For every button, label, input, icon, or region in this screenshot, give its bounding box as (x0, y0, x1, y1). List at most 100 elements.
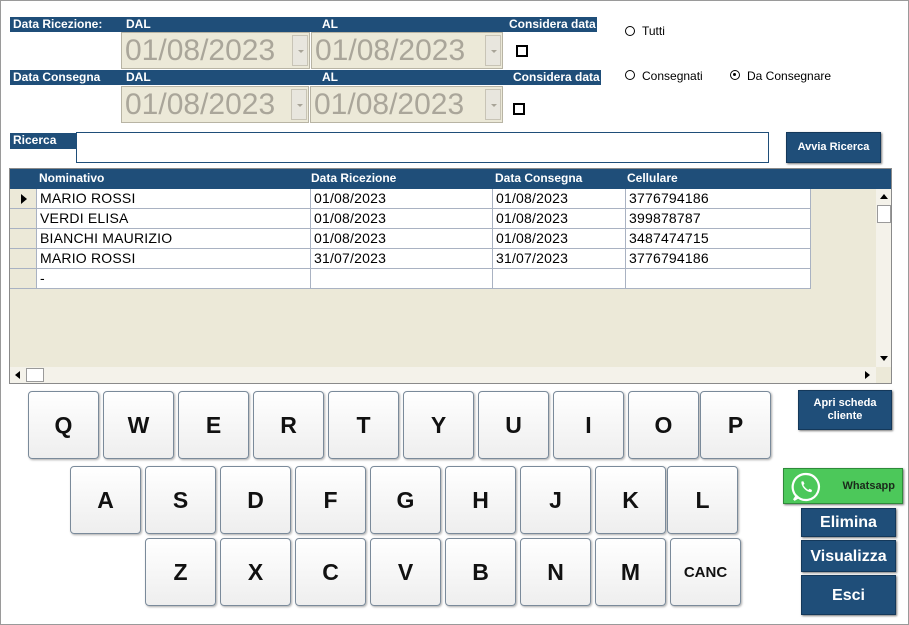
row-selector[interactable] (10, 229, 37, 249)
data-ricezione-al-combo[interactable]: 01/08/2023 (311, 32, 503, 69)
key-y[interactable]: Y (403, 391, 474, 459)
data-ricezione-considera-checkbox[interactable] (516, 45, 528, 57)
cell-nominativo[interactable]: MARIO ROSSI (37, 249, 311, 269)
search-label-box: Ricerca (10, 133, 76, 149)
data-consegna-al-value: 01/08/2023 (314, 88, 465, 121)
key-o[interactable]: O (628, 391, 699, 459)
key-q[interactable]: Q (28, 391, 99, 459)
cell-data-consegna[interactable]: 01/08/2023 (493, 209, 626, 229)
row-selector[interactable] (10, 269, 37, 289)
column-header-data-ricezione[interactable]: Data Ricezione (311, 171, 396, 185)
key-p[interactable]: P (700, 391, 771, 459)
whatsapp-label: Whatsapp (842, 480, 895, 492)
cell-nominativo[interactable]: MARIO ROSSI (37, 189, 311, 209)
data-ricezione-al-label: AL (322, 17, 338, 31)
chevron-down-icon[interactable] (485, 89, 501, 120)
horizontal-scrollbar[interactable] (10, 367, 876, 383)
key-a[interactable]: A (70, 466, 141, 534)
vertical-scrollbar[interactable] (876, 189, 891, 367)
key-k[interactable]: K (595, 466, 666, 534)
horizontal-scroll-thumb[interactable] (26, 368, 44, 382)
scroll-down-icon[interactable] (880, 356, 888, 361)
cell-nominativo[interactable]: VERDI ELISA (37, 209, 311, 229)
key-b[interactable]: B (445, 538, 516, 606)
key-h[interactable]: H (445, 466, 516, 534)
cell-data-ricezione[interactable]: 01/08/2023 (311, 209, 493, 229)
key-n[interactable]: N (520, 538, 591, 606)
scroll-up-icon[interactable] (880, 194, 888, 199)
data-consegna-label: Data Consegna (13, 70, 101, 84)
search-input[interactable] (76, 132, 769, 163)
cell-cellulare[interactable]: 3776794186 (626, 189, 811, 209)
data-consegna-al-combo[interactable]: 01/08/2023 (310, 86, 503, 123)
cell-data-ricezione[interactable]: 01/08/2023 (311, 229, 493, 249)
radio-tutti-label: Tutti (642, 24, 665, 38)
chevron-down-icon[interactable] (485, 35, 501, 66)
whatsapp-button[interactable]: Whatsapp (783, 468, 903, 504)
elimina-button[interactable]: Elimina (801, 508, 896, 537)
whatsapp-icon (791, 472, 820, 502)
data-consegna-dal-label: DAL (126, 70, 151, 84)
data-consegna-header: Data Consegna DAL AL Considera data (10, 70, 601, 85)
avvia-ricerca-button[interactable]: Avvia Ricerca (786, 132, 881, 163)
key-d[interactable]: D (220, 466, 291, 534)
key-c[interactable]: C (295, 538, 366, 606)
radio-da-consegnare-label: Da Consegnare (747, 69, 832, 83)
results-grid: Nominativo Data Ricezione Data Consegna … (9, 168, 892, 384)
radio-tutti[interactable] (625, 26, 635, 36)
key-w[interactable]: W (103, 391, 174, 459)
row-selector[interactable] (10, 209, 37, 229)
key-z[interactable]: Z (145, 538, 216, 606)
apri-scheda-cliente-button[interactable]: Apri scheda cliente (798, 390, 892, 430)
scroll-left-icon[interactable] (15, 371, 20, 379)
cell-cellulare[interactable]: 3776794186 (626, 249, 811, 269)
cell-data-consegna[interactable]: 01/08/2023 (493, 229, 626, 249)
cell-data-consegna[interactable]: 01/08/2023 (493, 189, 626, 209)
data-ricezione-dal-combo[interactable]: 01/08/2023 (121, 32, 310, 69)
key-u[interactable]: U (478, 391, 549, 459)
cell-cellulare[interactable]: 3487474715 (626, 229, 811, 249)
radio-consegnati-label: Consegnati (642, 69, 703, 83)
key-f[interactable]: F (295, 466, 366, 534)
key-i[interactable]: I (553, 391, 624, 459)
cell-data-consegna[interactable]: 31/07/2023 (493, 249, 626, 269)
cell-data-consegna[interactable] (493, 269, 626, 289)
radio-consegnati[interactable] (625, 70, 635, 80)
key-e[interactable]: E (178, 391, 249, 459)
scroll-right-icon[interactable] (865, 371, 870, 379)
column-header-nominativo[interactable]: Nominativo (39, 171, 104, 185)
cell-nominativo[interactable]: - (37, 269, 311, 289)
chevron-down-icon[interactable] (291, 89, 307, 120)
data-consegna-considera-checkbox[interactable] (513, 103, 525, 115)
key-m[interactable]: M (595, 538, 666, 606)
key-r[interactable]: R (253, 391, 324, 459)
data-ricezione-label: Data Ricezione: (13, 17, 103, 31)
cell-nominativo[interactable]: BIANCHI MAURIZIO (37, 229, 311, 249)
row-selector-current[interactable] (10, 189, 37, 209)
cell-cellulare[interactable]: 399878787 (626, 209, 811, 229)
cell-cellulare[interactable] (626, 269, 811, 289)
key-g[interactable]: G (370, 466, 441, 534)
grid-header: Nominativo Data Ricezione Data Consegna … (10, 169, 891, 189)
column-header-cellulare[interactable]: Cellulare (627, 171, 678, 185)
vertical-scroll-thumb[interactable] (877, 205, 891, 223)
data-ricezione-dal-label: DAL (126, 17, 151, 31)
cell-data-ricezione[interactable]: 01/08/2023 (311, 189, 493, 209)
key-j[interactable]: J (520, 466, 591, 534)
key-canc[interactable]: CANC (670, 538, 741, 606)
cell-data-ricezione[interactable]: 31/07/2023 (311, 249, 493, 269)
key-x[interactable]: X (220, 538, 291, 606)
data-consegna-al-label: AL (322, 70, 338, 84)
key-s[interactable]: S (145, 466, 216, 534)
key-v[interactable]: V (370, 538, 441, 606)
row-selector[interactable] (10, 249, 37, 269)
radio-da-consegnare[interactable] (730, 70, 740, 80)
key-l[interactable]: L (667, 466, 738, 534)
cell-data-ricezione[interactable] (311, 269, 493, 289)
column-header-data-consegna[interactable]: Data Consegna (495, 171, 582, 185)
visualizza-button[interactable]: Visualizza (801, 540, 896, 572)
key-t[interactable]: T (328, 391, 399, 459)
data-consegna-dal-combo[interactable]: 01/08/2023 (121, 86, 309, 123)
chevron-down-icon[interactable] (292, 35, 308, 66)
esci-button[interactable]: Esci (801, 575, 896, 615)
